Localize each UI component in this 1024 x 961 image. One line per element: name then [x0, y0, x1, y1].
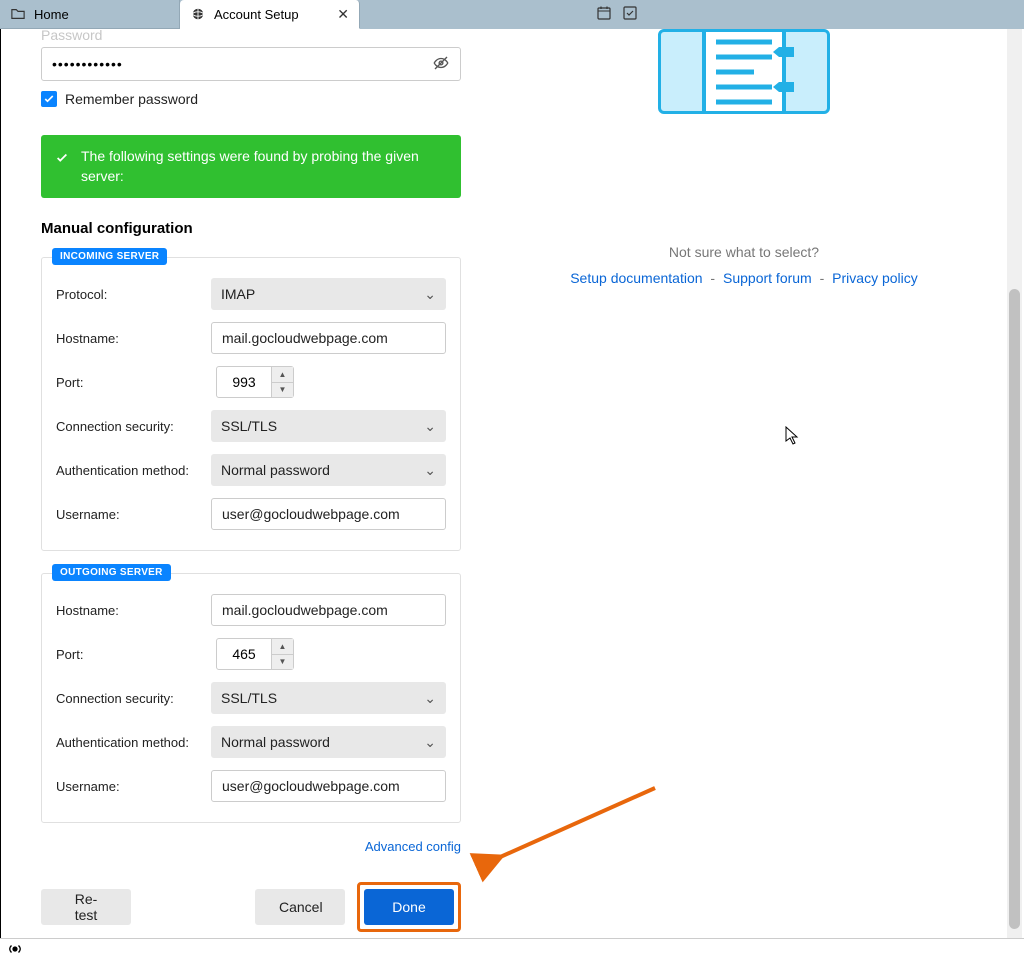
privacy-policy-link[interactable]: Privacy policy — [832, 270, 918, 286]
in-user-input[interactable]: user@gocloudwebpage.com — [211, 498, 446, 530]
close-tab-icon[interactable]: ✕ — [337, 6, 349, 23]
statusbar — [0, 938, 1024, 961]
out-hostname-input[interactable]: mail.gocloudwebpage.com — [211, 594, 446, 626]
checkbox-checked-icon — [41, 91, 57, 107]
incoming-tag: INCOMING SERVER — [52, 248, 167, 265]
out-conn-select[interactable]: SSL/TLS⌄ — [211, 682, 446, 714]
protocol-select[interactable]: IMAP⌄ — [211, 278, 446, 310]
chevron-down-icon: ⌄ — [424, 418, 436, 435]
password-input[interactable]: •••••••••••• — [41, 47, 461, 81]
chevron-down-icon: ⌄ — [424, 690, 436, 707]
eye-slash-icon[interactable] — [432, 54, 450, 75]
in-port-label: Port: — [56, 375, 216, 390]
password-value: •••••••••••• — [52, 56, 123, 72]
in-auth-label: Authentication method: — [56, 463, 211, 478]
out-port-input[interactable]: 465▲▼ — [216, 638, 294, 670]
tab-home[interactable]: Home — [0, 0, 180, 29]
done-button[interactable]: Done — [364, 889, 454, 925]
banner-text: The following settings were found by pro… — [81, 147, 447, 186]
cancel-button[interactable]: Cancel — [255, 889, 345, 925]
out-conn-label: Connection security: — [56, 691, 211, 706]
in-auth-select[interactable]: Normal password⌄ — [211, 454, 446, 486]
globe-icon — [190, 6, 206, 22]
spinner-icon[interactable]: ▲▼ — [271, 639, 293, 669]
done-highlight: Done — [357, 882, 461, 932]
success-banner: The following settings were found by pro… — [41, 135, 461, 198]
in-conn-select[interactable]: SSL/TLS⌄ — [211, 410, 446, 442]
out-port-label: Port: — [56, 647, 216, 662]
in-port-input[interactable]: 993▲▼ — [216, 366, 294, 398]
chevron-down-icon: ⌄ — [424, 734, 436, 751]
check-icon — [55, 151, 69, 186]
manual-config-title: Manual configuration — [41, 220, 461, 237]
calendar-icon[interactable] — [596, 5, 612, 24]
tab-setup-label: Account Setup — [214, 7, 299, 22]
tab-home-label: Home — [34, 7, 69, 22]
vertical-scrollbar[interactable] — [1007, 29, 1022, 938]
out-user-input[interactable]: user@gocloudwebpage.com — [211, 770, 446, 802]
in-hostname-label: Hostname: — [56, 331, 211, 346]
in-user-label: Username: — [56, 507, 211, 522]
in-conn-label: Connection security: — [56, 419, 211, 434]
out-user-label: Username: — [56, 779, 211, 794]
illustration — [658, 29, 830, 114]
tasks-icon[interactable] — [622, 5, 638, 24]
incoming-server-group: INCOMING SERVER Protocol: IMAP⌄ Hostname… — [41, 257, 461, 551]
spinner-icon[interactable]: ▲▼ — [271, 367, 293, 397]
folder-icon — [10, 6, 26, 22]
protocol-label: Protocol: — [56, 287, 211, 302]
activity-icon[interactable] — [8, 942, 22, 959]
scroll-thumb[interactable] — [1009, 289, 1020, 929]
help-question: Not sure what to select? — [669, 244, 819, 260]
out-auth-select[interactable]: Normal password⌄ — [211, 726, 446, 758]
chevron-down-icon: ⌄ — [424, 462, 436, 479]
remember-password-checkbox[interactable]: Remember password — [41, 91, 461, 107]
advanced-config-link[interactable]: Advanced config — [365, 839, 461, 854]
outgoing-tag: OUTGOING SERVER — [52, 564, 171, 581]
chevron-down-icon: ⌄ — [424, 286, 436, 303]
out-auth-label: Authentication method: — [56, 735, 211, 750]
password-label: Password — [41, 29, 461, 43]
setup-doc-link[interactable]: Setup documentation — [570, 270, 702, 286]
titlebar: Home Account Setup ✕ — [0, 0, 1024, 29]
in-hostname-input[interactable]: mail.gocloudwebpage.com — [211, 322, 446, 354]
support-forum-link[interactable]: Support forum — [723, 270, 812, 286]
tab-account-setup[interactable]: Account Setup ✕ — [180, 0, 360, 29]
remember-label: Remember password — [65, 91, 198, 107]
out-hostname-label: Hostname: — [56, 603, 211, 618]
outgoing-server-group: OUTGOING SERVER Hostname: mail.gocloudwe… — [41, 573, 461, 823]
window-controls — [880, 0, 1024, 29]
retest-button[interactable]: Re-test — [41, 889, 131, 925]
